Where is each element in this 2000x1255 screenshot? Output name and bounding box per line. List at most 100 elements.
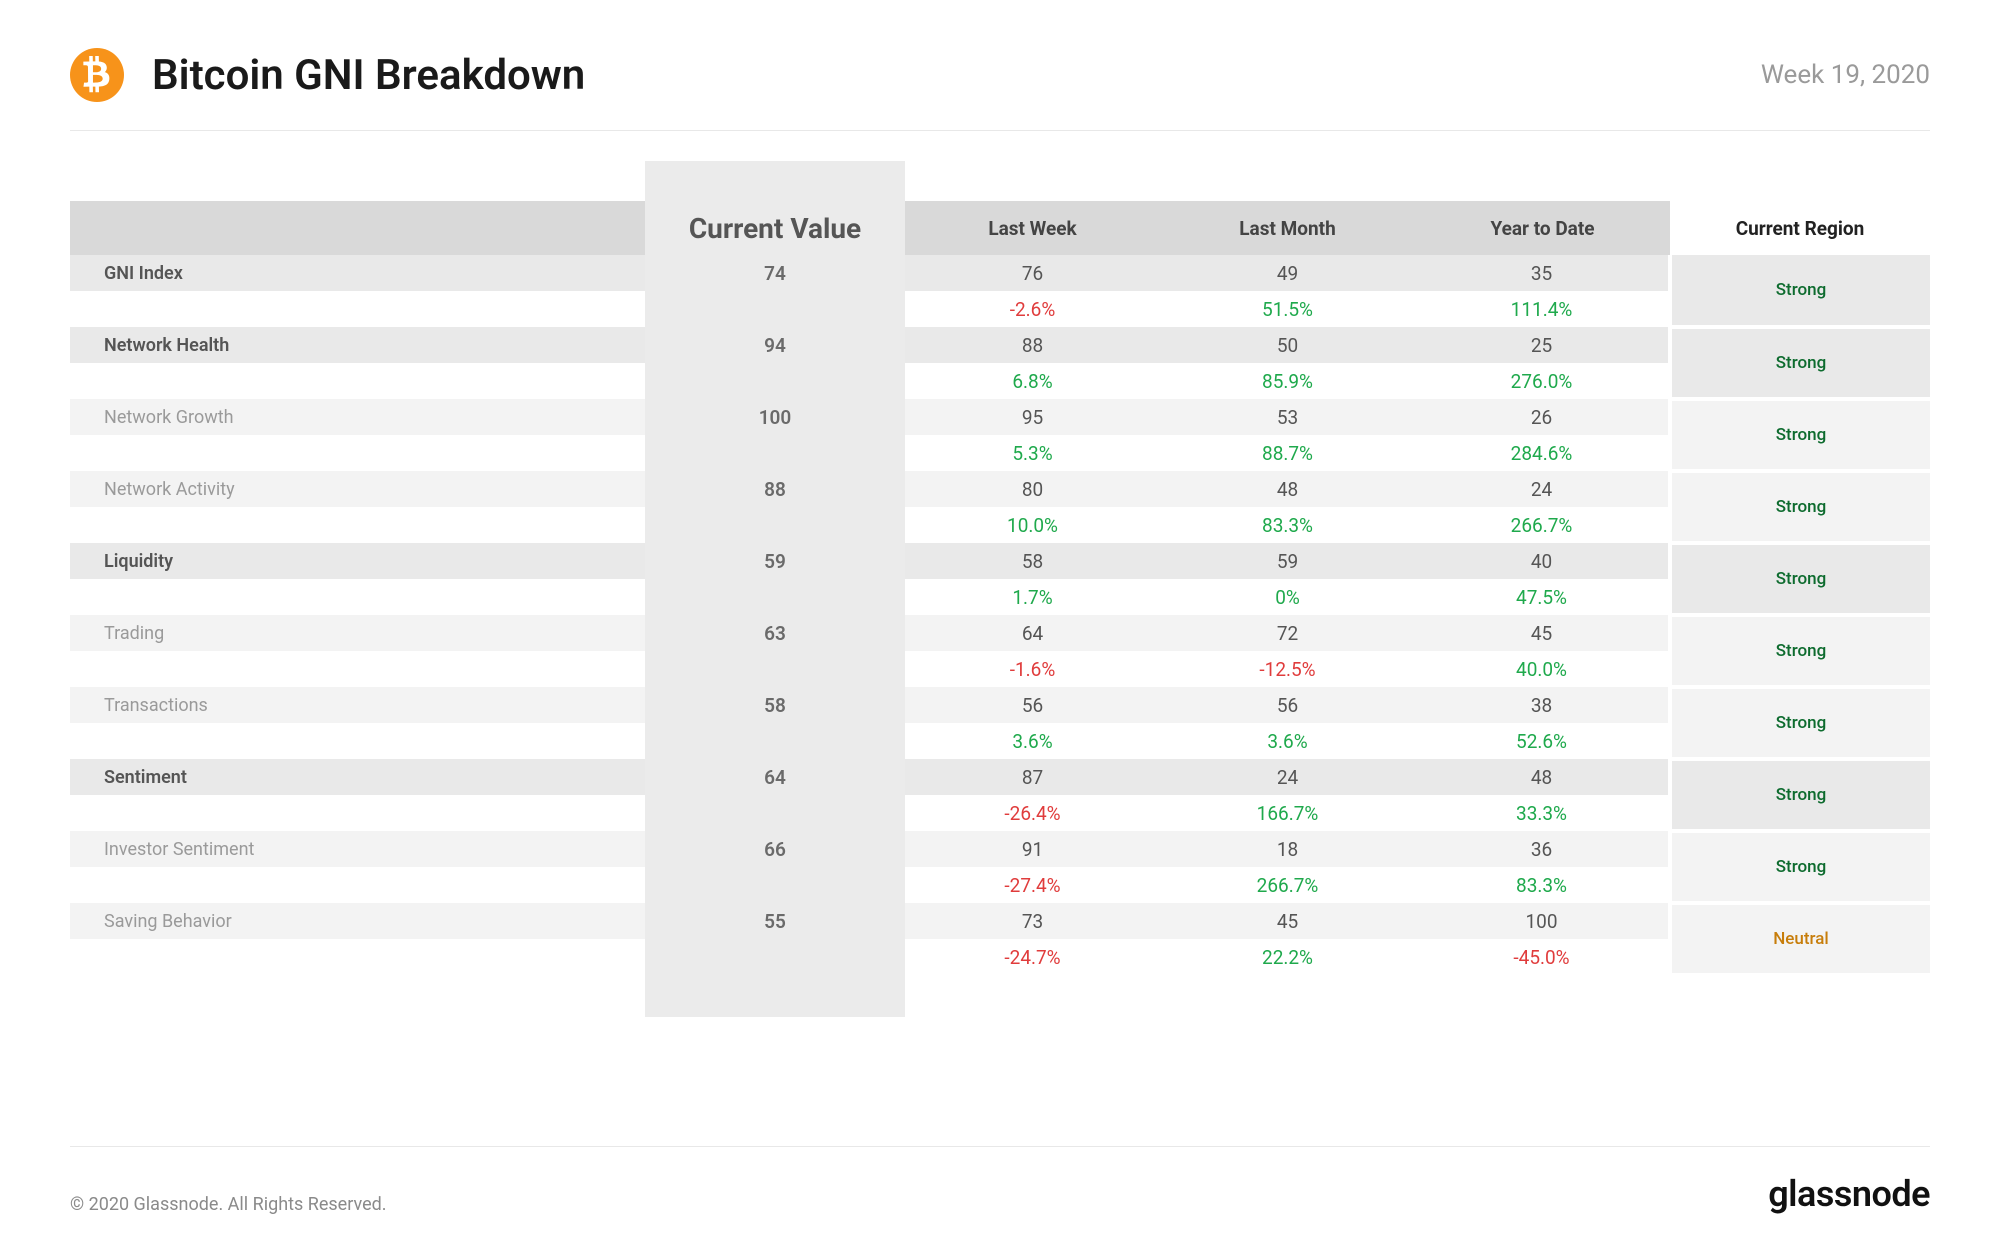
- last-week-value: 87: [905, 759, 1160, 795]
- current-value: 59: [645, 543, 905, 579]
- last-month-pct: 3.6%: [1160, 723, 1415, 759]
- bitcoin-icon: [70, 48, 124, 102]
- metric-name-blank: [70, 363, 645, 399]
- ytd-pct: 52.6%: [1415, 723, 1670, 759]
- ytd-value: 35: [1415, 255, 1670, 291]
- current-blank: [645, 651, 905, 687]
- current-blank: [645, 507, 905, 543]
- current-value: 88: [645, 471, 905, 507]
- last-week-pct: -2.6%: [905, 291, 1160, 327]
- current-value: 58: [645, 687, 905, 723]
- metric-name-blank: [70, 435, 645, 471]
- last-week-value: 88: [905, 327, 1160, 363]
- last-week-value: 95: [905, 399, 1160, 435]
- last-month-value: 59: [1160, 543, 1415, 579]
- table-container: Current Value Last Week Last Month Year …: [70, 201, 1930, 1146]
- table-header-row: Current Value Last Week Last Month Year …: [70, 201, 1930, 255]
- table-row: Network Growth100955326Strong: [70, 399, 1930, 435]
- metric-name: Network Activity: [70, 471, 645, 507]
- last-month-pct: 51.5%: [1160, 291, 1415, 327]
- ytd-pct: 276.0%: [1415, 363, 1670, 399]
- table-row: 3.6%3.6%52.6%: [70, 723, 1930, 759]
- metric-name-blank: [70, 651, 645, 687]
- metric-name: Sentiment: [70, 759, 645, 795]
- metric-name: Investor Sentiment: [70, 831, 645, 867]
- last-month-value: 50: [1160, 327, 1415, 363]
- metric-name: Liquidity: [70, 543, 645, 579]
- table-row: Transactions58565638Strong: [70, 687, 1930, 723]
- metric-name-blank: [70, 723, 645, 759]
- last-month-pct: 22.2%: [1160, 939, 1415, 975]
- current-value: 55: [645, 903, 905, 939]
- current-blank: [645, 291, 905, 327]
- metric-name: Saving Behavior: [70, 903, 645, 939]
- current-value: 64: [645, 759, 905, 795]
- last-week-pct: -26.4%: [905, 795, 1160, 831]
- metric-name-blank: [70, 939, 645, 975]
- col-metric: [70, 201, 645, 255]
- table-row: Sentiment64872448Strong: [70, 759, 1930, 795]
- last-week-pct: 1.7%: [905, 579, 1160, 615]
- col-ytd: Year to Date: [1415, 201, 1670, 255]
- last-week-pct: 10.0%: [905, 507, 1160, 543]
- current-blank: [645, 795, 905, 831]
- last-month-value: 24: [1160, 759, 1415, 795]
- last-month-value: 18: [1160, 831, 1415, 867]
- last-week-pct: -1.6%: [905, 651, 1160, 687]
- ytd-value: 100: [1415, 903, 1670, 939]
- last-month-pct: 266.7%: [1160, 867, 1415, 903]
- ytd-value: 48: [1415, 759, 1670, 795]
- metric-name-blank: [70, 579, 645, 615]
- current-blank: [645, 579, 905, 615]
- last-week-value: 80: [905, 471, 1160, 507]
- ytd-value: 36: [1415, 831, 1670, 867]
- last-week-value: 56: [905, 687, 1160, 723]
- last-week-value: 76: [905, 255, 1160, 291]
- last-month-pct: 83.3%: [1160, 507, 1415, 543]
- ytd-value: 24: [1415, 471, 1670, 507]
- current-blank: [645, 867, 905, 903]
- metric-name: Transactions: [70, 687, 645, 723]
- last-week-pct: -27.4%: [905, 867, 1160, 903]
- last-month-value: 56: [1160, 687, 1415, 723]
- ytd-pct: 111.4%: [1415, 291, 1670, 327]
- last-month-pct: 85.9%: [1160, 363, 1415, 399]
- region-badge: Strong: [1670, 471, 1930, 543]
- ytd-value: 25: [1415, 327, 1670, 363]
- metric-name-blank: [70, 507, 645, 543]
- table-row: 5.3%88.7%284.6%: [70, 435, 1930, 471]
- ytd-pct: 284.6%: [1415, 435, 1670, 471]
- page-title: Bitcoin GNI Breakdown: [152, 51, 585, 100]
- current-value: 94: [645, 327, 905, 363]
- metric-name-blank: [70, 867, 645, 903]
- metric-name: Trading: [70, 615, 645, 651]
- ytd-pct: 266.7%: [1415, 507, 1670, 543]
- last-week-pct: 6.8%: [905, 363, 1160, 399]
- current-blank: [645, 363, 905, 399]
- last-month-pct: 88.7%: [1160, 435, 1415, 471]
- last-month-pct: 166.7%: [1160, 795, 1415, 831]
- last-month-value: 45: [1160, 903, 1415, 939]
- table-row: Investor Sentiment66911836Strong: [70, 831, 1930, 867]
- region-badge: Strong: [1670, 831, 1930, 903]
- current-value: 66: [645, 831, 905, 867]
- last-month-pct: -12.5%: [1160, 651, 1415, 687]
- header-left: Bitcoin GNI Breakdown: [70, 48, 585, 102]
- region-badge: Strong: [1670, 543, 1930, 615]
- ytd-value: 45: [1415, 615, 1670, 651]
- last-week-value: 73: [905, 903, 1160, 939]
- ytd-pct: -45.0%: [1415, 939, 1670, 975]
- ytd-pct: 33.3%: [1415, 795, 1670, 831]
- metric-name: Network Health: [70, 327, 645, 363]
- col-current: Current Value: [645, 201, 905, 255]
- table-row: GNI Index74764935Strong: [70, 255, 1930, 291]
- copyright: © 2020 Glassnode. All Rights Reserved.: [70, 1194, 387, 1215]
- last-week-value: 91: [905, 831, 1160, 867]
- header: Bitcoin GNI Breakdown Week 19, 2020: [70, 48, 1930, 131]
- current-value: 100: [645, 399, 905, 435]
- metric-name: GNI Index: [70, 255, 645, 291]
- table-row: -1.6%-12.5%40.0%: [70, 651, 1930, 687]
- region-badge: Strong: [1670, 687, 1930, 759]
- region-badge: Strong: [1670, 327, 1930, 399]
- last-month-value: 53: [1160, 399, 1415, 435]
